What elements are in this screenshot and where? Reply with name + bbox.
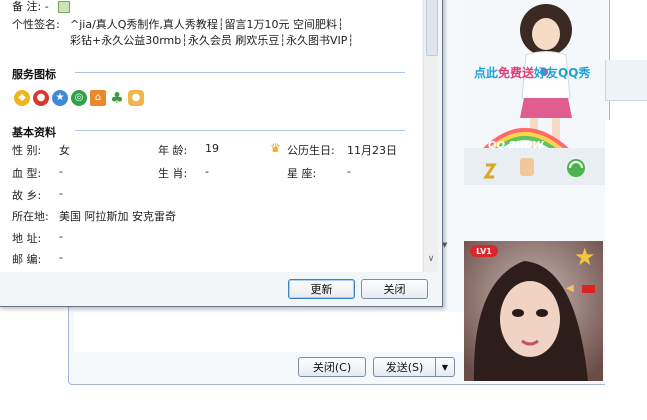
constellation-label: 星 座: [287,167,317,180]
chat-side-panel [605,60,647,101]
signature-label: 个性签名: [12,18,60,31]
basic-info-section-title: 基本资料 [12,126,56,139]
remark-value: - [44,0,49,13]
services-section-title: 服务图标 [12,68,56,81]
services-divider [75,72,405,73]
birthday-value: 11月23日 [347,144,397,157]
vip-shield-icon[interactable]: ◆ [14,90,30,106]
close-button[interactable]: 关闭 [361,279,428,299]
location-label: 所在地: [12,210,49,223]
zodiac-label: 生 肖: [158,167,188,180]
avatar-show-panel[interactable]: LV1 ★ ◀ [464,241,603,381]
signature-line2: 彩钻+永久公益30rmb┆永久会员 刷欢乐豆┆永久图书VIP┆ [70,34,355,47]
basic-info-divider [75,130,405,131]
blood-value: - [59,165,63,178]
age-label: 年 龄: [158,144,188,157]
edit-remark-icon[interactable] [58,1,71,13]
speaker-icon[interactable]: ◀ [566,283,574,294]
gender-label: 性 别: [12,144,42,157]
zip-value: - [59,251,63,264]
chat-input-area[interactable] [74,312,464,352]
qqshow-ad-text[interactable]: 点此免费送好友QQ秀 [474,64,590,81]
scrollbar-thumb[interactable] [426,0,438,56]
send-options-dropdown[interactable]: ▼ [435,357,455,377]
address-label: 地 址: [12,232,42,245]
qq-pet-icon[interactable]: ◎ [71,90,87,106]
qq-penguin-icon[interactable]: ● [33,90,49,106]
star-icon[interactable]: ★ [574,245,596,269]
signature-line1: ^jia/真人Q秀制作,真人秀教程┆留言1万10元 空间肥料┆ [70,18,344,31]
hometown-label: 故 乡: [12,189,42,202]
birthday-label: 公历生日: [287,144,335,157]
qq-game-icon[interactable]: ★ [52,90,68,106]
profile-scrollbar[interactable]: ∨ [423,0,438,272]
mute-icon[interactable] [582,285,595,293]
gender-value: 女 [59,144,70,157]
send-button[interactable]: 发送(S) [373,357,436,377]
update-button[interactable]: 更新 [288,279,355,299]
zodiac-value: - [205,165,209,178]
location-value: 美国 阿拉斯加 安克雷奇 [59,210,176,223]
clover-icon[interactable]: ♣ [109,90,125,106]
remark-label: 备 注: [12,0,42,13]
address-value: - [59,230,63,243]
qqshow-ad[interactable]: 点此免费送好友QQ秀 QQ SHOW [464,0,605,185]
hometown-value: - [59,187,63,200]
qzone-icon[interactable]: ⌂ [90,90,106,106]
zip-label: 邮 编: [12,253,42,266]
chat-side-blank [605,120,647,420]
crown-icon: ♛ [270,141,281,155]
profile-content: 备 注: - 个性签名: ^jia/真人Q秀制作,真人秀教程┆留言1万10元 空… [0,0,422,272]
qqshow-ad-illustration [464,4,605,185]
level-badge: LV1 [470,245,498,257]
qq-pet-cat-icon[interactable]: ● [128,90,144,106]
scroll-down-arrow-icon[interactable]: ∨ [425,252,437,266]
send-button-group: 发送(S) ▼ [373,357,455,377]
qqshow-logo: QQ SHOW [488,140,544,151]
chat-close-button[interactable]: 关闭(C) [298,357,366,377]
remark-row: 备 注: - [12,0,71,14]
blood-label: 血 型: [12,167,42,180]
age-value: 19 [205,142,219,155]
profile-dialog: 备 注: - 个性签名: ^jia/真人Q秀制作,真人秀教程┆留言1万10元 空… [0,0,443,307]
constellation-value: - [347,165,351,178]
